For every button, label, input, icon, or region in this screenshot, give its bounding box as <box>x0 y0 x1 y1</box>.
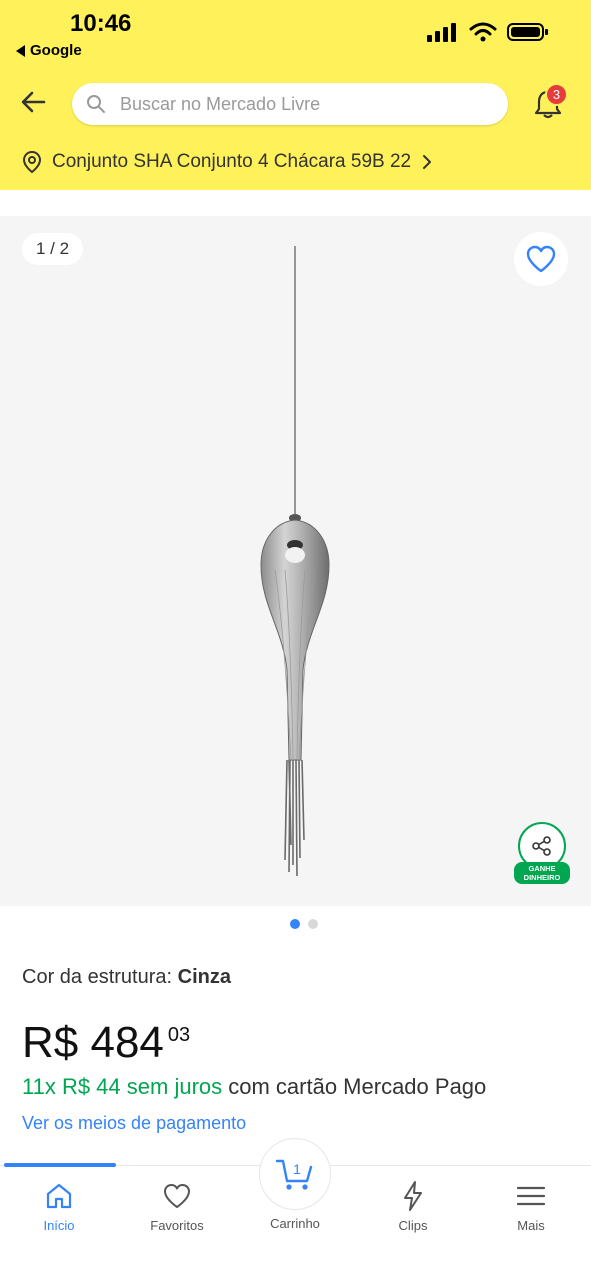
battery-icon <box>507 23 548 41</box>
nav-mais[interactable]: Mais <box>481 1180 581 1233</box>
address-text: Conjunto SHA Conjunto 4 Chácara 59B 22 <box>52 151 412 172</box>
back-arrow-icon[interactable] <box>18 86 50 118</box>
price-cents: 03 <box>167 1024 191 1046</box>
nav-mais-label: Mais <box>517 1218 545 1233</box>
chevron-right-icon <box>423 155 432 169</box>
nav-clips-label: Clips <box>398 1218 428 1233</box>
clips-icon <box>404 1181 422 1211</box>
nav-favoritos-label: Favoritos <box>150 1218 204 1233</box>
color-label: Cor da estrutura: <box>22 966 178 988</box>
favorite-button[interactable] <box>514 232 568 286</box>
nav-active-indicator <box>4 1163 116 1167</box>
heart-icon <box>526 245 556 273</box>
nav-carrinho-label: Carrinho <box>270 1216 320 1231</box>
gallery-dot-1[interactable] <box>290 919 300 929</box>
back-triangle-icon <box>16 44 25 57</box>
search-icon <box>87 95 105 113</box>
installments: 11x R$ 44 sem juros com cartão Mercado P… <box>22 1074 486 1100</box>
signal-icon <box>427 23 456 42</box>
heart-icon <box>164 1184 190 1208</box>
back-app-label: Google <box>30 42 82 59</box>
address-row[interactable]: Conjunto SHA Conjunto 4 Chácara 59B 22 <box>22 150 433 174</box>
nav-carrinho[interactable]: Carrinho <box>245 1216 345 1231</box>
share-icon <box>532 836 551 856</box>
nav-inicio-label: Início <box>43 1218 75 1233</box>
status-time: 10:46 <box>70 10 132 37</box>
price-main: R$ 484 <box>22 1018 164 1067</box>
search-placeholder: Buscar no Mercado Livre <box>120 93 321 114</box>
search-input[interactable]: Buscar no Mercado Livre <box>72 83 508 125</box>
notification-badge: 3 <box>545 83 568 106</box>
cart-count: 1 <box>293 1161 301 1177</box>
price: R$ 484 03 <box>22 1018 190 1068</box>
share-label-line1: GANHE <box>528 864 556 873</box>
back-to-app[interactable]: Google <box>16 42 82 59</box>
nav-favoritos[interactable]: Favoritos <box>127 1180 227 1233</box>
share-earn-button[interactable]: GANHE DINHEIRO <box>514 822 570 884</box>
color-variant[interactable]: Cor da estrutura: Cinza <box>22 966 231 989</box>
share-earn-label: GANHE DINHEIRO <box>514 862 570 884</box>
gallery-dot-2[interactable] <box>308 919 318 929</box>
gallery-dots <box>290 919 318 929</box>
status-icons <box>427 22 549 42</box>
menu-icon <box>516 1186 546 1206</box>
installments-rest: com cartão Mercado Pago <box>222 1074 487 1099</box>
cart-icon: 1 <box>275 1159 313 1190</box>
payment-methods-link[interactable]: Ver os meios de pagamento <box>22 1113 246 1134</box>
installments-highlight: 11x R$ 44 sem juros <box>22 1074 223 1099</box>
share-label-line2: DINHEIRO <box>523 873 561 882</box>
product-image-pendant-lamp <box>260 246 330 877</box>
wifi-icon <box>469 22 497 42</box>
cart-button[interactable]: 1 <box>259 1138 331 1210</box>
location-pin-icon <box>22 150 42 174</box>
nav-inicio[interactable]: Início <box>9 1180 109 1233</box>
nav-clips[interactable]: Clips <box>363 1180 463 1233</box>
color-value: Cinza <box>177 966 231 988</box>
image-counter: 1 / 2 <box>22 233 84 265</box>
home-icon <box>46 1183 72 1209</box>
